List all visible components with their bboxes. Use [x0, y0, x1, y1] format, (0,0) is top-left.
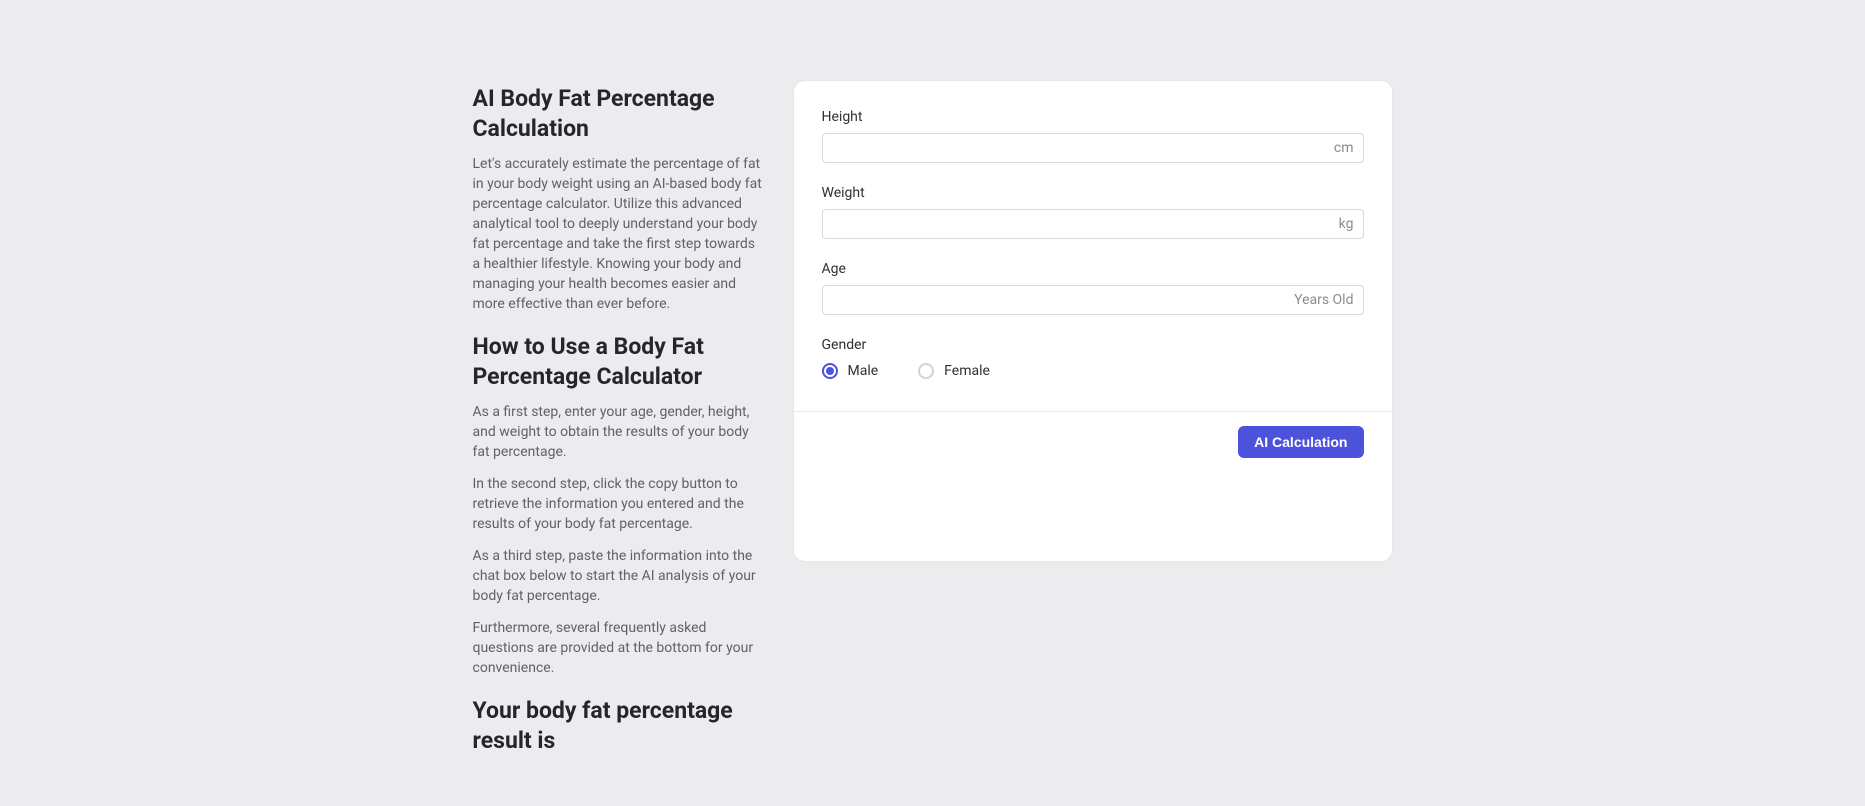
- calculator-card: Height cm Weight kg Age: [793, 80, 1393, 562]
- howto-step-2: In the second step, click the copy butto…: [473, 474, 763, 534]
- weight-label: Weight: [822, 185, 1364, 201]
- howto-step-3: As a third step, paste the information i…: [473, 546, 763, 606]
- page-title: AI Body Fat Percentage Calculation: [473, 84, 763, 144]
- gender-label: Gender: [822, 337, 1364, 353]
- intro-paragraph: Let's accurately estimate the percentage…: [473, 154, 763, 314]
- height-input[interactable]: [822, 133, 1364, 163]
- age-input[interactable]: [822, 285, 1364, 315]
- result-title: Your body fat percentage result is: [473, 696, 763, 756]
- gender-radio-male[interactable]: Male: [822, 363, 879, 379]
- weight-input[interactable]: [822, 209, 1364, 239]
- howto-step-4: Furthermore, several frequently asked qu…: [473, 618, 763, 678]
- gender-radio-male-label: Male: [848, 363, 879, 379]
- age-label: Age: [822, 261, 1364, 277]
- radio-icon: [918, 363, 934, 379]
- howto-step-1: As a first step, enter your age, gender,…: [473, 402, 763, 462]
- howto-title: How to Use a Body Fat Percentage Calcula…: [473, 332, 763, 392]
- gender-radio-female-label: Female: [944, 363, 990, 379]
- info-sidebar: AI Body Fat Percentage Calculation Let's…: [473, 80, 763, 766]
- gender-radio-female[interactable]: Female: [918, 363, 990, 379]
- radio-icon: [822, 363, 838, 379]
- ai-calculation-button[interactable]: AI Calculation: [1238, 426, 1363, 458]
- height-label: Height: [822, 109, 1364, 125]
